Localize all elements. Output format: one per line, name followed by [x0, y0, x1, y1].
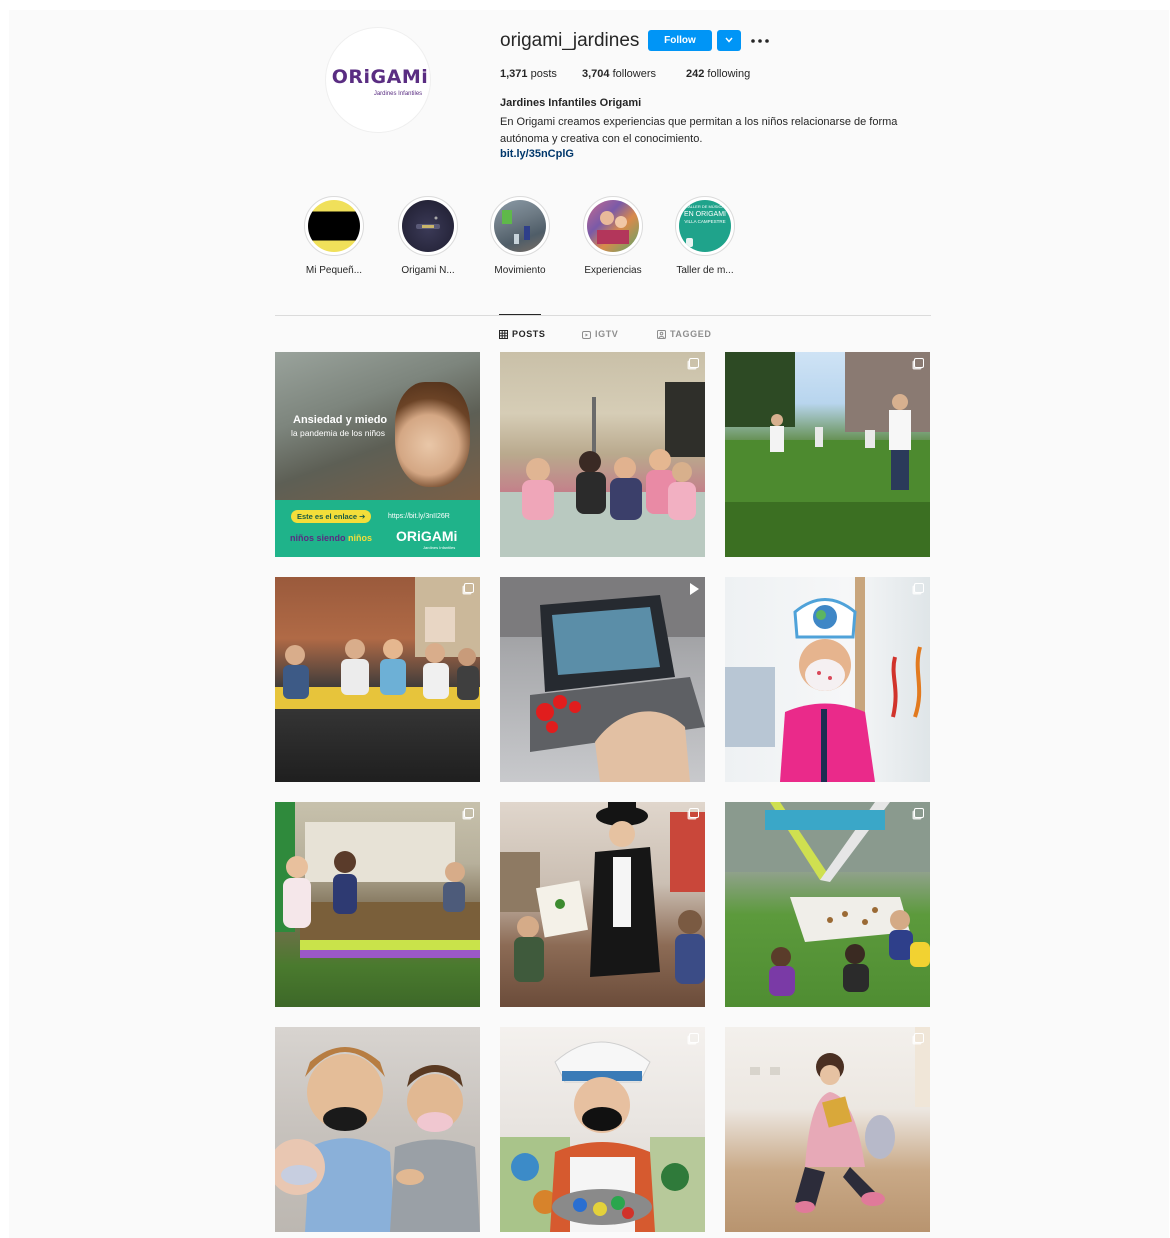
highlight-cover-text: TALLER DE MÚSICA EN ORIGAMI VILLA CAMPES…	[683, 204, 726, 224]
multiple-photos-icon	[914, 583, 924, 593]
highlight-movimiento[interactable]: Movimiento	[482, 196, 558, 276]
post-kids-hands[interactable]	[275, 1027, 480, 1232]
post-url: https://bit.ly/3nII26R	[388, 513, 450, 520]
post-subtitle: la pandemia de los niños	[291, 428, 386, 438]
multiple-photos-icon	[464, 808, 474, 818]
highlight-origami-n[interactable]: Origami N...	[390, 196, 466, 276]
highlight-label: Movimiento	[494, 265, 546, 276]
highlight-experiencias[interactable]: Experiencias	[575, 196, 651, 276]
post-chef-painting[interactable]	[500, 1027, 705, 1232]
multiple-photos-icon	[914, 358, 924, 368]
post-title: Ansiedad y miedo	[293, 414, 388, 426]
video-icon	[690, 583, 699, 595]
profile-username: origami_jardines	[500, 30, 640, 51]
followers-count[interactable]: 3,704 followers	[582, 68, 656, 80]
post-ansiedad-y-miedo[interactable]: Ansiedad y miedo la pandemia de los niño…	[275, 352, 480, 557]
multiple-photos-icon	[689, 808, 699, 818]
multiple-photos-icon	[914, 808, 924, 818]
avatar-logo-subtitle: Jardines Infantiles	[373, 91, 423, 97]
tabs-divider	[275, 315, 931, 316]
tab-tagged[interactable]: TAGGED	[657, 329, 711, 339]
post-laptop-video[interactable]	[500, 577, 705, 782]
post-kids-costumes[interactable]	[500, 352, 705, 557]
post-kids-bench[interactable]	[275, 577, 480, 782]
highlight-label: Experiencias	[584, 265, 642, 276]
following-count[interactable]: 242 following	[686, 68, 750, 80]
highlight-label: Taller de m...	[676, 265, 734, 276]
multiple-photos-icon	[914, 1033, 924, 1043]
multiple-photos-icon	[689, 1033, 699, 1043]
multiple-photos-icon	[689, 358, 699, 368]
follow-button[interactable]: Follow	[648, 30, 712, 51]
post-tagline: niños siendo niños	[290, 533, 373, 543]
post-storyteller[interactable]	[500, 802, 705, 1007]
multiple-photos-icon	[464, 583, 474, 593]
igtv-icon	[582, 330, 591, 339]
post-sandbox[interactable]	[275, 802, 480, 1007]
post-brand-subtitle: Jardines Infantiles	[423, 545, 456, 550]
tab-posts[interactable]: POSTS	[499, 329, 546, 339]
post-girl-reading[interactable]	[725, 1027, 930, 1232]
highlight-mi-pequeno[interactable]: Mi Pequeñ...	[296, 196, 372, 276]
bio-link[interactable]: bit.ly/35nCplG	[500, 148, 574, 160]
post-brand-logo: ORiGAMi	[396, 528, 458, 544]
post-cta-pill: Este es el enlace ➔	[291, 510, 372, 523]
more-options-icon[interactable]	[750, 34, 770, 46]
bio-text: En Origami creamos experiencias que perm…	[500, 116, 898, 145]
highlight-label: Mi Pequeñ...	[305, 265, 363, 276]
post-leaves-sheet[interactable]	[725, 802, 930, 1007]
highlight-label: Origami N...	[401, 265, 455, 276]
bio-name: Jardines Infantiles Origami	[500, 97, 642, 109]
avatar-logo: ORiGAMi	[331, 66, 429, 88]
tab-igtv[interactable]: IGTV	[582, 329, 618, 339]
grid-icon	[499, 329, 508, 339]
tagged-icon	[657, 329, 666, 339]
chevron-down-icon	[725, 37, 733, 43]
profile-page: ORiGAMi Jardines Infantiles origami_jard…	[9, 10, 1169, 1238]
posts-count: 1,371 posts	[500, 68, 557, 80]
post-playground[interactable]	[725, 352, 930, 557]
active-tab-indicator	[499, 314, 541, 315]
post-girl-pink-jacket[interactable]	[725, 577, 930, 782]
suggested-accounts-button[interactable]	[717, 30, 741, 51]
highlight-taller-de-musica[interactable]: TALLER DE MÚSICA EN ORIGAMI VILLA CAMPES…	[667, 196, 743, 276]
profile-avatar[interactable]: ORiGAMi Jardines Infantiles	[325, 27, 431, 133]
